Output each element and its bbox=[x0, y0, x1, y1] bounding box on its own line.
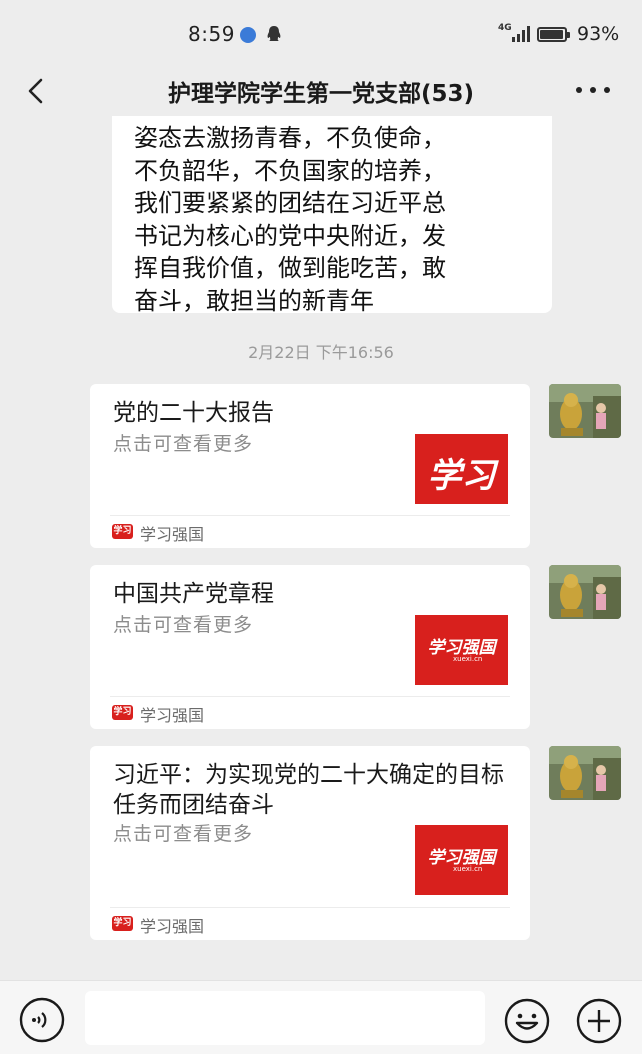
battery-icon bbox=[537, 27, 570, 42]
message-line: 我们要紧紧的团结在习近平总 bbox=[134, 189, 446, 217]
chat-title: 护理学院学生第一党支部(53) bbox=[167, 81, 475, 107]
card-description: 点击可查看更多 bbox=[113, 614, 254, 636]
chat-header: 护理学院学生第一党支部(53) bbox=[0, 66, 642, 116]
card-source: 学习强国 bbox=[140, 525, 205, 544]
voice-icon[interactable] bbox=[19, 997, 65, 1043]
plus-icon[interactable] bbox=[575, 997, 623, 1045]
card-thumbnail: 学习 bbox=[415, 434, 508, 504]
avatar-image bbox=[549, 746, 621, 800]
message-line: 姿态去激扬青春，不负使命， bbox=[134, 124, 446, 152]
message-list[interactable]: 姿态去激扬青春，不负使命， 不负韶华，不负国家的培养， 我们要紧紧的团结在习近平… bbox=[0, 116, 642, 980]
message-line: 不负韶华，不负国家的培养， bbox=[134, 156, 446, 185]
avatar[interactable] bbox=[549, 565, 621, 619]
card-source: 学习强国 bbox=[140, 917, 205, 936]
emoji-icon[interactable] bbox=[503, 997, 551, 1045]
card-description: 点击可查看更多 bbox=[113, 823, 254, 845]
avatar[interactable] bbox=[549, 384, 621, 438]
card-title: 中国共产党章程 bbox=[113, 581, 274, 607]
network-type: 4G bbox=[498, 23, 512, 33]
xuexi-logo-icon: 学习 bbox=[112, 916, 133, 931]
avatar[interactable] bbox=[549, 746, 621, 800]
message-input[interactable] bbox=[85, 991, 485, 1045]
card-divider bbox=[110, 515, 510, 516]
link-card[interactable]: 党的二十大报告 点击可查看更多 学习 学习 学习强国 bbox=[90, 384, 530, 548]
card-title: 习近平：为实现党的二十大确定的目标任务而团结奋斗 bbox=[113, 762, 504, 818]
card-thumbnail: 学习强国 xuexi.cn bbox=[415, 615, 508, 685]
card-description: 点击可查看更多 bbox=[113, 433, 254, 455]
card-source: 学习强国 bbox=[140, 706, 205, 725]
card-title: 党的二十大报告 bbox=[113, 400, 274, 426]
app-notification-icon bbox=[240, 27, 256, 43]
message-timestamp: 2月22日 下午16:56 bbox=[248, 343, 394, 362]
link-card[interactable]: 习近平：为实现党的二十大确定的目标任务而团结奋斗 点击可查看更多 学习强国 xu… bbox=[90, 746, 530, 940]
status-bar: 8:59 4G 93% bbox=[0, 0, 642, 66]
message-line: 书记为核心的党中央附近，发 bbox=[134, 221, 446, 250]
thumbnail-logo-subtext: xuexi.cn bbox=[453, 865, 483, 873]
card-thumbnail: 学习强国 xuexi.cn bbox=[415, 825, 508, 895]
message-line: 奋斗，敢担当的新青年 bbox=[134, 286, 374, 315]
thumbnail-logo-subtext: xuexi.cn bbox=[453, 655, 483, 663]
battery-percent: 93% bbox=[577, 23, 620, 45]
avatar-image bbox=[549, 565, 621, 619]
thumbnail-logo-text: 学习 bbox=[427, 456, 496, 496]
xuexi-logo-icon: 学习 bbox=[112, 705, 133, 720]
xuexi-logo-icon: 学习 bbox=[112, 524, 133, 539]
status-time: 8:59 bbox=[188, 22, 235, 46]
text-message-bubble[interactable]: 姿态去激扬青春，不负使命， 不负韶华，不负国家的培养， 我们要紧紧的团结在习近平… bbox=[112, 116, 552, 315]
qq-icon bbox=[267, 26, 281, 41]
signal-icon bbox=[512, 26, 530, 42]
input-bar bbox=[0, 980, 642, 1054]
card-divider bbox=[110, 696, 510, 697]
card-divider bbox=[110, 907, 510, 908]
more-horizontal-icon[interactable] bbox=[573, 78, 613, 102]
link-card[interactable]: 中国共产党章程 点击可查看更多 学习强国 xuexi.cn 学习 学习强国 bbox=[90, 565, 530, 729]
avatar-image bbox=[549, 384, 621, 438]
message-line: 挥自我价值，做到能吃苦，敢 bbox=[134, 254, 446, 282]
